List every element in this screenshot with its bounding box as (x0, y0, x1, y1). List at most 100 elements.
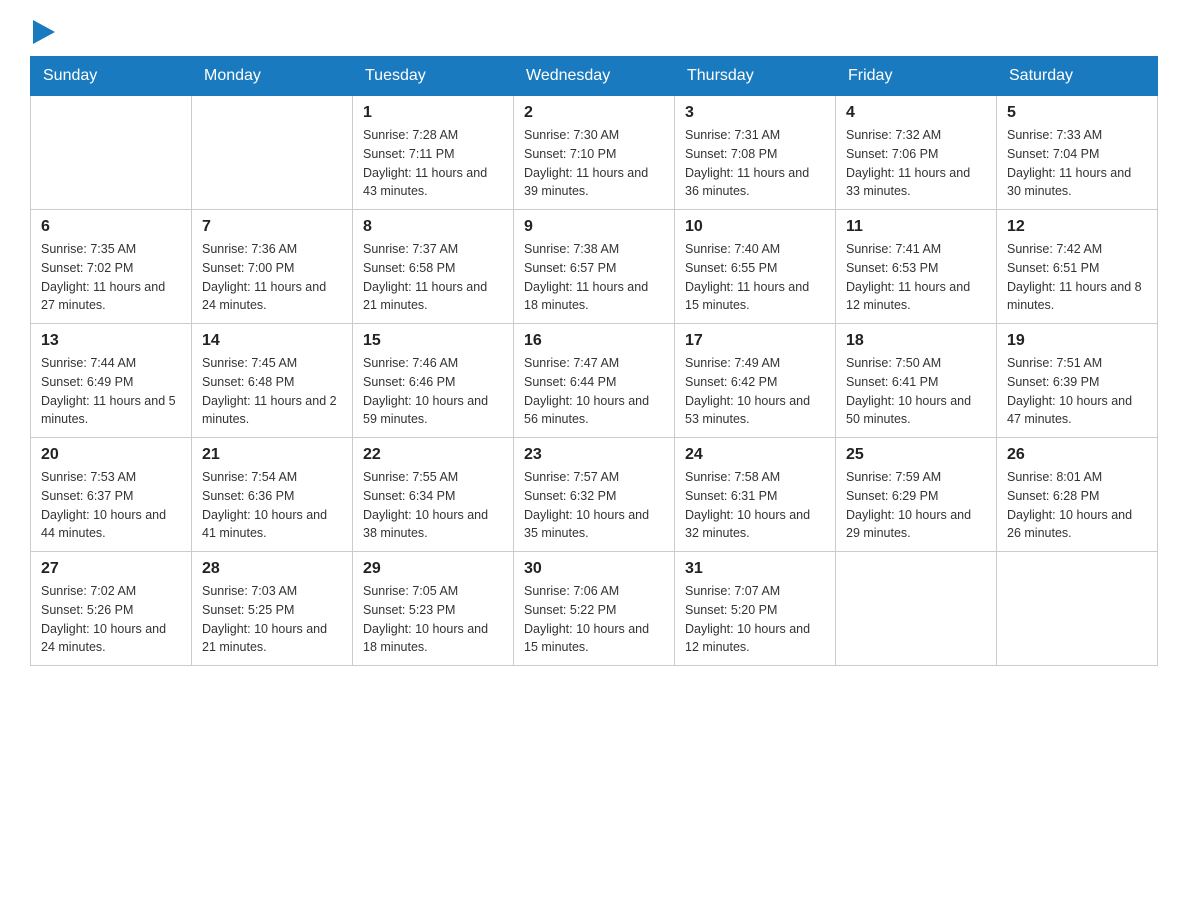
calendar-cell: 6 Sunrise: 7:35 AM Sunset: 7:02 PM Daylig… (31, 210, 192, 324)
calendar-cell: 29 Sunrise: 7:05 AM Sunset: 5:23 PM Dayli… (353, 552, 514, 666)
calendar-cell: 1 Sunrise: 7:28 AM Sunset: 7:11 PM Daylig… (353, 96, 514, 210)
logo (30, 20, 55, 46)
day-info: Sunrise: 7:36 AM Sunset: 7:00 PM Dayligh… (202, 240, 342, 315)
day-number: 18 (846, 332, 986, 350)
calendar-cell: 11Sunrise: 7:41 AM Sunset: 6:53 PM Dayli… (836, 210, 997, 324)
calendar-week-row: 13 Sunrise: 7:44 AM Sunset: 6:49 PM Dayli… (31, 324, 1158, 438)
day-number: 14 (202, 332, 342, 350)
day-number: 28 (202, 560, 342, 578)
calendar-cell: 19 Sunrise: 7:51 AM Sunset: 6:39 PM Dayli… (997, 324, 1158, 438)
calendar-cell: 31 Sunrise: 7:07 AM Sunset: 5:20 PM Dayli… (675, 552, 836, 666)
day-info: Sunrise: 7:03 AM Sunset: 5:25 PM Dayligh… (202, 582, 342, 657)
day-info: Sunrise: 7:45 AM Sunset: 6:48 PM Dayligh… (202, 354, 342, 429)
day-info: Sunrise: 7:57 AM Sunset: 6:32 PM Dayligh… (524, 468, 664, 543)
day-info: Sunrise: 7:38 AM Sunset: 6:57 PM Dayligh… (524, 240, 664, 315)
day-info: Sunrise: 7:53 AM Sunset: 6:37 PM Dayligh… (41, 468, 181, 543)
calendar-cell: 9 Sunrise: 7:38 AM Sunset: 6:57 PM Daylig… (514, 210, 675, 324)
calendar-week-row: 6 Sunrise: 7:35 AM Sunset: 7:02 PM Daylig… (31, 210, 1158, 324)
day-number: 9 (524, 218, 664, 236)
day-number: 19 (1007, 332, 1147, 350)
calendar-cell: 5Sunrise: 7:33 AM Sunset: 7:04 PM Daylig… (997, 96, 1158, 210)
calendar-cell: 16 Sunrise: 7:47 AM Sunset: 6:44 PM Dayli… (514, 324, 675, 438)
day-number: 2 (524, 104, 664, 122)
day-info: Sunrise: 7:35 AM Sunset: 7:02 PM Dayligh… (41, 240, 181, 315)
calendar-cell: 24 Sunrise: 7:58 AM Sunset: 6:31 PM Dayli… (675, 438, 836, 552)
calendar-cell (997, 552, 1158, 666)
calendar-cell: 21 Sunrise: 7:54 AM Sunset: 6:36 PM Dayli… (192, 438, 353, 552)
day-number: 25 (846, 446, 986, 464)
calendar-week-row: 20 Sunrise: 7:53 AM Sunset: 6:37 PM Dayli… (31, 438, 1158, 552)
day-info: Sunrise: 7:32 AM Sunset: 7:06 PM Dayligh… (846, 126, 986, 201)
calendar-cell: 8 Sunrise: 7:37 AM Sunset: 6:58 PM Daylig… (353, 210, 514, 324)
day-number: 12 (1007, 218, 1147, 236)
day-number: 7 (202, 218, 342, 236)
day-info: Sunrise: 7:44 AM Sunset: 6:49 PM Dayligh… (41, 354, 181, 429)
day-info: Sunrise: 7:28 AM Sunset: 7:11 PM Dayligh… (363, 126, 503, 201)
day-number: 4 (846, 104, 986, 122)
day-number: 24 (685, 446, 825, 464)
day-info: Sunrise: 7:02 AM Sunset: 5:26 PM Dayligh… (41, 582, 181, 657)
calendar-week-row: 27 Sunrise: 7:02 AM Sunset: 5:26 PM Dayli… (31, 552, 1158, 666)
day-number: 10 (685, 218, 825, 236)
day-number: 22 (363, 446, 503, 464)
calendar-cell: 15 Sunrise: 7:46 AM Sunset: 6:46 PM Dayli… (353, 324, 514, 438)
day-number: 21 (202, 446, 342, 464)
day-info: Sunrise: 7:46 AM Sunset: 6:46 PM Dayligh… (363, 354, 503, 429)
calendar-cell: 28 Sunrise: 7:03 AM Sunset: 5:25 PM Dayli… (192, 552, 353, 666)
calendar-cell (836, 552, 997, 666)
day-header-thursday: Thursday (675, 57, 836, 96)
calendar-cell: 26Sunrise: 8:01 AM Sunset: 6:28 PM Dayli… (997, 438, 1158, 552)
day-info: Sunrise: 7:50 AM Sunset: 6:41 PM Dayligh… (846, 354, 986, 429)
calendar-header-row: SundayMondayTuesdayWednesdayThursdayFrid… (31, 57, 1158, 96)
day-info: Sunrise: 7:41 AM Sunset: 6:53 PM Dayligh… (846, 240, 986, 315)
calendar-cell: 27 Sunrise: 7:02 AM Sunset: 5:26 PM Dayli… (31, 552, 192, 666)
day-number: 20 (41, 446, 181, 464)
day-number: 16 (524, 332, 664, 350)
day-number: 6 (41, 218, 181, 236)
day-number: 3 (685, 104, 825, 122)
day-number: 23 (524, 446, 664, 464)
calendar-cell: 7 Sunrise: 7:36 AM Sunset: 7:00 PM Daylig… (192, 210, 353, 324)
logo-arrow-icon (33, 20, 55, 44)
day-number: 31 (685, 560, 825, 578)
calendar-cell: 18 Sunrise: 7:50 AM Sunset: 6:41 PM Dayli… (836, 324, 997, 438)
day-info: Sunrise: 7:06 AM Sunset: 5:22 PM Dayligh… (524, 582, 664, 657)
day-number: 13 (41, 332, 181, 350)
day-info: Sunrise: 7:42 AM Sunset: 6:51 PM Dayligh… (1007, 240, 1147, 315)
day-info: Sunrise: 7:30 AM Sunset: 7:10 PM Dayligh… (524, 126, 664, 201)
day-info: Sunrise: 7:47 AM Sunset: 6:44 PM Dayligh… (524, 354, 664, 429)
day-header-sunday: Sunday (31, 57, 192, 96)
day-number: 15 (363, 332, 503, 350)
calendar-cell: 14 Sunrise: 7:45 AM Sunset: 6:48 PM Dayli… (192, 324, 353, 438)
day-number: 5 (1007, 104, 1147, 122)
calendar-table: SundayMondayTuesdayWednesdayThursdayFrid… (30, 56, 1158, 666)
day-number: 27 (41, 560, 181, 578)
day-info: Sunrise: 7:58 AM Sunset: 6:31 PM Dayligh… (685, 468, 825, 543)
day-info: Sunrise: 7:40 AM Sunset: 6:55 PM Dayligh… (685, 240, 825, 315)
calendar-cell: 10 Sunrise: 7:40 AM Sunset: 6:55 PM Dayli… (675, 210, 836, 324)
calendar-cell: 4 Sunrise: 7:32 AM Sunset: 7:06 PM Daylig… (836, 96, 997, 210)
day-header-monday: Monday (192, 57, 353, 96)
day-info: Sunrise: 7:59 AM Sunset: 6:29 PM Dayligh… (846, 468, 986, 543)
day-info: Sunrise: 7:05 AM Sunset: 5:23 PM Dayligh… (363, 582, 503, 657)
day-header-tuesday: Tuesday (353, 57, 514, 96)
day-info: Sunrise: 7:49 AM Sunset: 6:42 PM Dayligh… (685, 354, 825, 429)
day-info: Sunrise: 7:54 AM Sunset: 6:36 PM Dayligh… (202, 468, 342, 543)
calendar-cell: 22Sunrise: 7:55 AM Sunset: 6:34 PM Dayli… (353, 438, 514, 552)
day-header-friday: Friday (836, 57, 997, 96)
day-info: Sunrise: 7:07 AM Sunset: 5:20 PM Dayligh… (685, 582, 825, 657)
day-info: Sunrise: 7:51 AM Sunset: 6:39 PM Dayligh… (1007, 354, 1147, 429)
day-header-wednesday: Wednesday (514, 57, 675, 96)
calendar-cell: 12 Sunrise: 7:42 AM Sunset: 6:51 PM Dayli… (997, 210, 1158, 324)
day-info: Sunrise: 8:01 AM Sunset: 6:28 PM Dayligh… (1007, 468, 1147, 543)
header (30, 20, 1158, 46)
day-number: 8 (363, 218, 503, 236)
day-number: 1 (363, 104, 503, 122)
day-number: 29 (363, 560, 503, 578)
day-info: Sunrise: 7:31 AM Sunset: 7:08 PM Dayligh… (685, 126, 825, 201)
day-header-saturday: Saturday (997, 57, 1158, 96)
calendar-cell: 17Sunrise: 7:49 AM Sunset: 6:42 PM Dayli… (675, 324, 836, 438)
day-info: Sunrise: 7:37 AM Sunset: 6:58 PM Dayligh… (363, 240, 503, 315)
calendar-cell: 3 Sunrise: 7:31 AM Sunset: 7:08 PM Daylig… (675, 96, 836, 210)
calendar-cell: 23 Sunrise: 7:57 AM Sunset: 6:32 PM Dayli… (514, 438, 675, 552)
